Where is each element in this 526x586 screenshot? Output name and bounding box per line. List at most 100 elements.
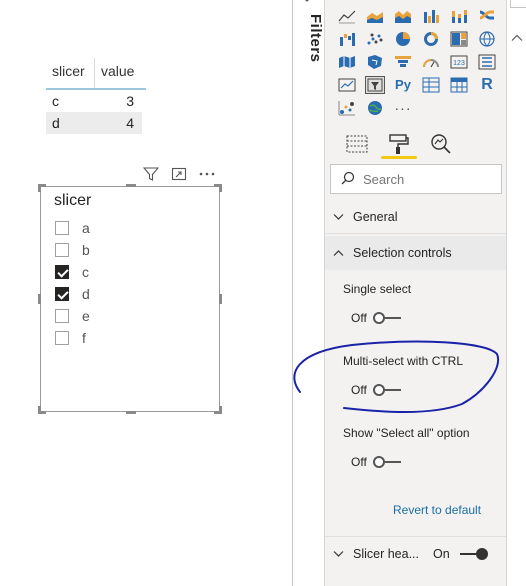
stacked-area-chart-icon[interactable] bbox=[389, 4, 417, 27]
multi-select-ctrl-label: Multi-select with CTRL bbox=[343, 354, 464, 368]
python-label: Py bbox=[395, 77, 411, 92]
resize-handle[interactable] bbox=[38, 294, 41, 304]
filters-label[interactable]: Filters bbox=[294, 14, 324, 63]
clustered-column-chart-icon[interactable] bbox=[417, 4, 445, 27]
checkbox-checked[interactable] bbox=[55, 287, 69, 301]
fields-grid-icon bbox=[345, 134, 369, 159]
slicer-item-a[interactable]: a bbox=[55, 217, 90, 239]
r-label: R bbox=[481, 75, 493, 93]
stacked-column-chart-icon[interactable] bbox=[445, 4, 473, 27]
kpi-icon[interactable] bbox=[333, 73, 361, 96]
toggle-switch[interactable] bbox=[372, 456, 403, 468]
chevron-up-icon[interactable] bbox=[510, 30, 524, 48]
more-options-icon[interactable] bbox=[198, 165, 216, 183]
show-select-all-toggle[interactable]: Off bbox=[351, 454, 403, 470]
filters-pane-collapsed[interactable]: Filters bbox=[292, 0, 324, 586]
table-cell-slicer: c bbox=[52, 93, 59, 109]
resize-handle[interactable] bbox=[219, 184, 222, 192]
checkbox[interactable] bbox=[55, 331, 69, 345]
slicer-item-f[interactable]: f bbox=[55, 327, 90, 349]
checkbox[interactable] bbox=[55, 243, 69, 257]
matrix-icon[interactable] bbox=[445, 73, 473, 96]
single-select-toggle[interactable]: Off bbox=[351, 310, 403, 326]
column-header-slicer[interactable]: slicer bbox=[46, 58, 94, 88]
fields-tab[interactable] bbox=[339, 130, 375, 162]
treemap-icon[interactable] bbox=[445, 27, 473, 50]
table-visual[interactable]: slicer value c 3 d 4 bbox=[46, 58, 146, 134]
slicer-title: slicer bbox=[54, 192, 92, 209]
section-label: Slicer hea... bbox=[353, 546, 420, 561]
format-search-box[interactable] bbox=[330, 164, 502, 194]
shape-map-icon[interactable] bbox=[361, 50, 389, 73]
map-icon[interactable] bbox=[473, 27, 501, 50]
table-icon[interactable] bbox=[417, 73, 445, 96]
area-chart-icon[interactable] bbox=[361, 4, 389, 27]
column-header-value[interactable]: value bbox=[94, 58, 144, 88]
chevron-down-icon bbox=[333, 213, 345, 221]
arcgis-map-icon[interactable] bbox=[361, 96, 389, 119]
slicer-visual-icon[interactable] bbox=[361, 73, 389, 96]
section-selection-controls[interactable]: Selection controls bbox=[325, 236, 507, 270]
donut-chart-icon[interactable] bbox=[417, 27, 445, 50]
toggle-switch[interactable] bbox=[372, 312, 403, 324]
toggle-state-label: On bbox=[433, 546, 450, 561]
table-cell-slicer: d bbox=[52, 115, 60, 131]
table-row[interactable]: c 3 bbox=[46, 90, 146, 112]
slicer-visual[interactable]: slicer a b c d e f bbox=[38, 184, 222, 414]
more-visuals-icon[interactable]: ··· bbox=[389, 96, 417, 119]
line-chart-icon[interactable] bbox=[333, 4, 361, 27]
slicer-item-b[interactable]: b bbox=[55, 239, 90, 261]
search-icon bbox=[341, 171, 355, 188]
visualizations-pane: 123 Py R ··· Search General Selection co… bbox=[324, 0, 507, 586]
multi-row-card-icon[interactable] bbox=[473, 50, 501, 73]
multi-select-ctrl-toggle[interactable]: Off bbox=[351, 382, 403, 398]
funnel-icon[interactable] bbox=[389, 50, 417, 73]
chevron-icon[interactable] bbox=[301, 0, 313, 8]
resize-handle[interactable] bbox=[126, 184, 136, 187]
focus-mode-icon[interactable] bbox=[170, 165, 188, 183]
slicer-item-d[interactable]: d bbox=[55, 283, 90, 305]
scatter-chart-icon[interactable] bbox=[361, 27, 389, 50]
slicer-item-label: a bbox=[82, 220, 90, 236]
slicer-item-c[interactable]: c bbox=[55, 261, 90, 283]
ribbon-chart-icon[interactable] bbox=[473, 4, 501, 27]
slicer-item-label: d bbox=[82, 286, 90, 302]
slicer-item-label: e bbox=[82, 308, 90, 324]
filled-map-icon[interactable] bbox=[333, 50, 361, 73]
table-row[interactable]: d 4 bbox=[46, 112, 142, 134]
checkbox[interactable] bbox=[55, 221, 69, 235]
revert-to-default-link[interactable]: Revert to default bbox=[393, 503, 481, 517]
python-visual-icon[interactable]: Py bbox=[389, 73, 417, 96]
r-visual-icon[interactable]: R bbox=[473, 73, 501, 96]
waterfall-chart-icon[interactable] bbox=[333, 27, 361, 50]
toggle-switch[interactable] bbox=[372, 384, 403, 396]
search-input[interactable] bbox=[363, 171, 493, 187]
checkbox-checked[interactable] bbox=[55, 265, 69, 279]
slicer-header-toggle[interactable] bbox=[456, 547, 488, 560]
gauge-icon[interactable] bbox=[417, 50, 445, 73]
checkbox[interactable] bbox=[55, 309, 69, 323]
key-influencers-icon[interactable] bbox=[333, 96, 361, 119]
resize-handle[interactable] bbox=[219, 294, 222, 304]
section-general[interactable]: General bbox=[325, 200, 507, 234]
table-header-row: slicer value bbox=[46, 58, 146, 90]
slicer-item-e[interactable]: e bbox=[55, 305, 90, 327]
pane-edge bbox=[510, 0, 526, 8]
resize-handle[interactable] bbox=[126, 411, 136, 414]
show-select-all-label: Show "Select all" option bbox=[343, 426, 470, 440]
filter-icon[interactable] bbox=[142, 165, 160, 183]
card-icon[interactable]: 123 bbox=[445, 50, 473, 73]
table-cell-value: 4 bbox=[126, 115, 134, 131]
resize-handle[interactable] bbox=[38, 406, 41, 414]
visual-gallery: 123 Py R ··· bbox=[333, 4, 501, 119]
fields-pane-collapsed[interactable] bbox=[506, 0, 526, 586]
single-select-label: Single select bbox=[343, 282, 412, 296]
section-slicer-header[interactable]: Slicer hea... On bbox=[325, 536, 507, 570]
toggle-state-label: Off bbox=[351, 383, 367, 397]
resize-handle[interactable] bbox=[219, 406, 222, 414]
resize-handle[interactable] bbox=[38, 184, 41, 192]
analytics-tab[interactable] bbox=[423, 130, 459, 162]
slicer-item-label: b bbox=[82, 242, 90, 258]
pie-chart-icon[interactable] bbox=[389, 27, 417, 50]
table-cell-value: 3 bbox=[126, 93, 134, 109]
